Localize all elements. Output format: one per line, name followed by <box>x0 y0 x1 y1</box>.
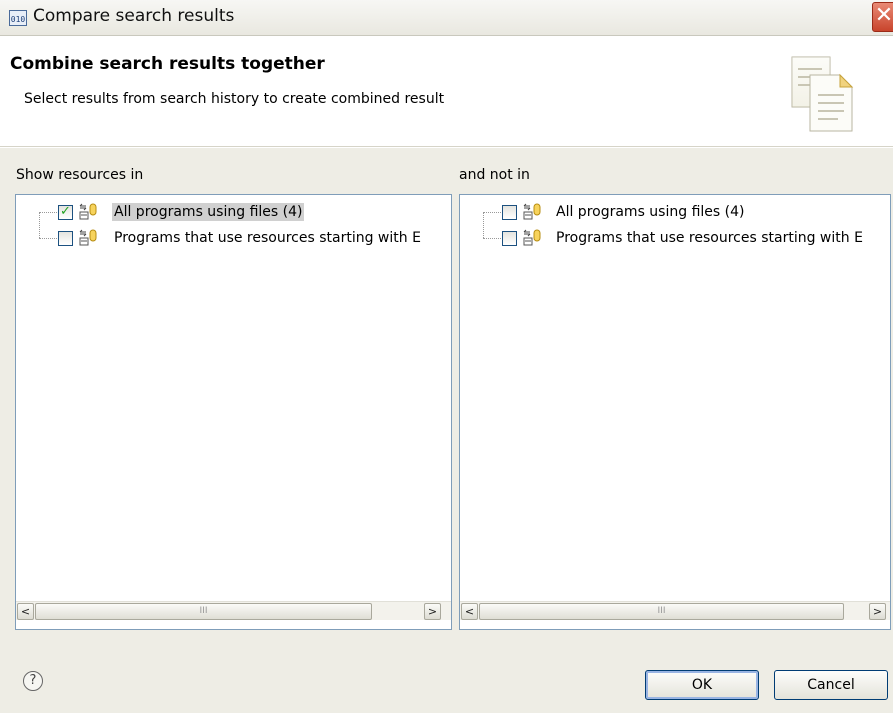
item-checkbox-checked[interactable]: ✓ <box>58 205 73 220</box>
tree-item-label[interactable]: All programs using files (4) <box>554 203 746 221</box>
item-checkbox[interactable] <box>502 231 517 246</box>
item-checkbox[interactable] <box>58 231 73 246</box>
scroll-right-button[interactable]: > <box>869 603 886 620</box>
tree-item[interactable]: Programs that use resources starting wit… <box>460 227 890 251</box>
header-title: Combine search results together <box>10 54 325 74</box>
scroll-left-button[interactable]: < <box>17 603 34 620</box>
right-horizontal-scrollbar[interactable]: < III > <box>460 601 890 620</box>
scroll-thumb[interactable]: III <box>35 603 372 620</box>
scroll-thumb[interactable]: III <box>479 603 844 620</box>
search-result-icon <box>79 229 97 246</box>
scroll-left-button[interactable]: < <box>461 603 478 620</box>
ok-button[interactable]: OK <box>645 670 759 700</box>
header-description: Select results from search history to cr… <box>24 91 445 107</box>
search-result-icon <box>79 203 97 220</box>
wizard-pages-icon <box>791 56 854 132</box>
left-results-tree[interactable]: ✓ All programs using files (4) Programs … <box>15 194 452 630</box>
tree-item-label[interactable]: Programs that use resources starting wit… <box>554 229 865 247</box>
dialog-header: Combine search results together Select r… <box>0 37 893 147</box>
tree-item[interactable]: Programs that use resources starting wit… <box>16 227 451 251</box>
tree-item[interactable]: All programs using files (4) <box>460 201 890 225</box>
right-results-tree[interactable]: All programs using files (4) Programs th… <box>459 194 891 630</box>
cancel-button[interactable]: Cancel <box>774 670 888 700</box>
window-app-icon: 010 <box>9 10 27 26</box>
help-icon[interactable]: ? <box>23 671 43 691</box>
scroll-right-button[interactable]: > <box>424 603 441 620</box>
title-bar: 010 Compare search results ✕ <box>0 0 893 36</box>
item-checkbox[interactable] <box>502 205 517 220</box>
search-result-icon <box>523 203 541 220</box>
tree-item-label[interactable]: All programs using files (4) <box>112 203 305 221</box>
tree-item-label[interactable]: Programs that use resources starting wit… <box>112 229 423 247</box>
window-title: Compare search results <box>33 6 235 26</box>
right-panel-label: and not in <box>459 167 530 183</box>
left-horizontal-scrollbar[interactable]: < III > <box>16 601 451 620</box>
search-result-icon <box>523 229 541 246</box>
close-icon[interactable]: ✕ <box>872 2 893 32</box>
left-panel-label: Show resources in <box>16 167 144 183</box>
tree-item[interactable]: ✓ All programs using files (4) <box>16 201 451 225</box>
